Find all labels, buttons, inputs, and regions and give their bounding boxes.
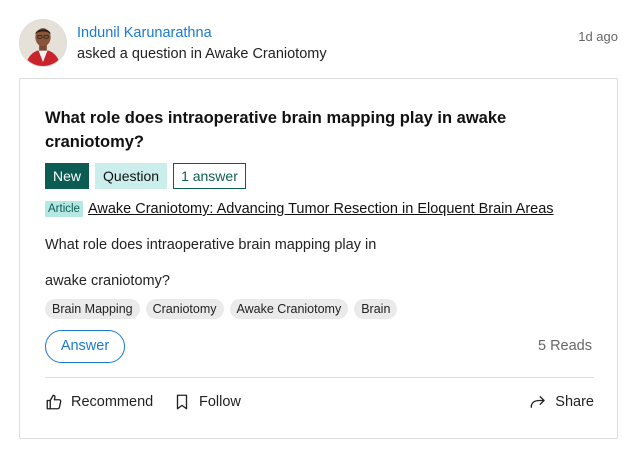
article-link[interactable]: Awake Craniotomy: Advancing Tumor Resect…	[88, 201, 554, 217]
answer-button[interactable]: Answer	[45, 330, 125, 363]
share-label: Share	[555, 394, 594, 410]
new-badge: New	[45, 163, 90, 189]
question-type-badge: Question	[95, 163, 168, 189]
author-name-link[interactable]: Indunil Karunarathna	[77, 25, 212, 41]
share-button[interactable]: Share	[529, 393, 594, 411]
recommend-button[interactable]: Recommend	[45, 393, 153, 411]
question-chips: New Question 1 answer	[45, 163, 246, 189]
follow-button[interactable]: Follow	[173, 393, 241, 411]
answer-count-badge[interactable]: 1 answer	[173, 163, 246, 189]
question-body-line: awake craniotomy?	[45, 273, 170, 289]
divider	[45, 377, 594, 378]
avatar-image	[20, 20, 66, 66]
activity-description: asked a question in Awake Craniotomy	[77, 46, 327, 62]
read-count: 5 Reads	[537, 338, 592, 354]
timestamp: 1d ago	[578, 29, 618, 44]
thumbs-up-icon	[46, 394, 62, 410]
topic-tag[interactable]: Brain	[354, 299, 398, 319]
topic-tag[interactable]: Brain Mapping	[45, 299, 140, 319]
topic-tag[interactable]: Awake Craniotomy	[229, 299, 349, 319]
question-body-line: What role does intraoperative brain mapp…	[45, 237, 377, 253]
avatar[interactable]	[19, 19, 67, 67]
follow-label: Follow	[199, 394, 241, 410]
related-article: Article Awake Craniotomy: Advancing Tumo…	[45, 201, 554, 217]
recommend-label: Recommend	[71, 394, 154, 410]
topic-tag[interactable]: Craniotomy	[145, 299, 224, 319]
question-title[interactable]: What role does intraoperative brain mapp…	[45, 106, 565, 154]
action-bar: Recommend Follow Share	[45, 393, 594, 415]
bookmark-icon	[176, 394, 188, 410]
article-badge: Article	[45, 201, 83, 217]
question-card: What role does intraoperative brain mapp…	[19, 78, 618, 439]
share-arrow-icon	[530, 396, 545, 408]
topic-tags: Brain Mapping Craniotomy Awake Craniotom…	[45, 299, 398, 319]
